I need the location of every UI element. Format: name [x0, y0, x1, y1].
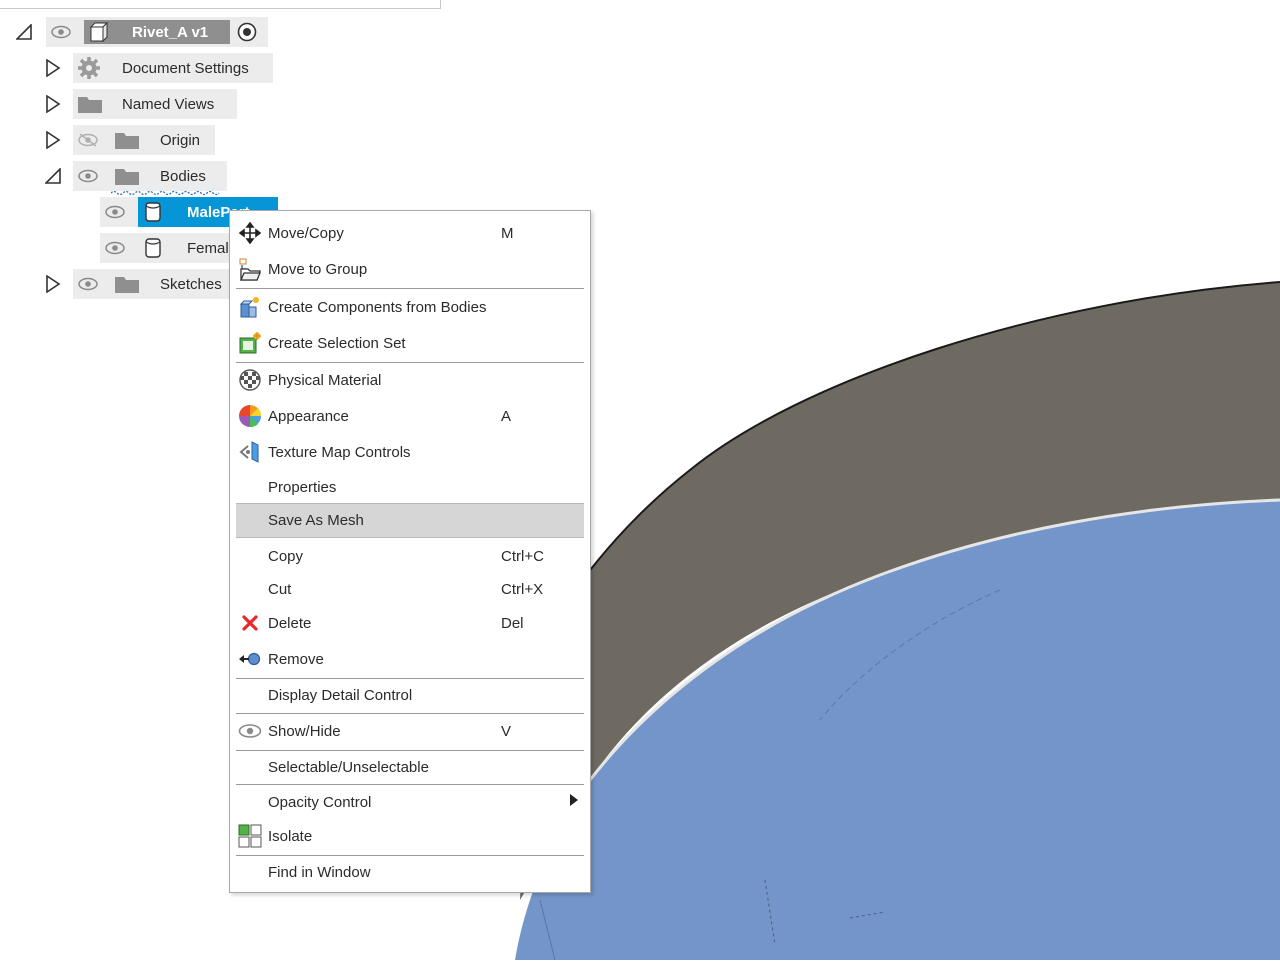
browser-item-femalepart[interactable]: Femal [100, 233, 230, 263]
menu-item-display-detail-control[interactable]: Display Detail Control [236, 678, 584, 712]
body-icon [142, 236, 164, 260]
appearance-icon [238, 404, 262, 428]
browser-item-origin[interactable]: Origin [73, 125, 215, 155]
eye-icon[interactable] [104, 241, 126, 255]
menu-item-save-as-mesh[interactable]: Save As Mesh [236, 503, 584, 538]
browser-item-bodies[interactable]: Bodies [73, 161, 227, 196]
menu-item-copy[interactable]: Copy Ctrl+C [236, 539, 584, 573]
menu-item-selectable-unselectable[interactable]: Selectable/Unselectable [236, 750, 584, 784]
menu-item-move-to-group[interactable]: Move to Group [236, 252, 584, 286]
menu-item-move-copy[interactable]: Move/Copy M [236, 216, 584, 250]
isolate-icon [238, 824, 262, 848]
menu-item-label: Appearance [268, 407, 349, 425]
menu-item-delete[interactable]: Delete Del [236, 606, 584, 640]
create-components-icon [238, 295, 262, 319]
menu-item-label: Texture Map Controls [268, 443, 411, 461]
menu-item-label: Create Selection Set [268, 334, 406, 352]
browser-item-label: Named Views [122, 95, 215, 113]
menu-item-label: Find in Window [268, 863, 371, 881]
move-to-group-icon [238, 257, 262, 281]
menu-item-shortcut: Ctrl+C [501, 547, 544, 565]
component-icon [86, 21, 112, 43]
folder-icon [77, 93, 103, 115]
menu-item-label: Move to Group [268, 260, 368, 278]
menu-item-label: Save As Mesh [268, 512, 364, 529]
folder-icon [114, 273, 140, 295]
eye-icon[interactable] [77, 277, 99, 291]
menu-item-label: Isolate [268, 827, 313, 845]
eye-icon [238, 719, 262, 743]
menu-item-label: Opacity Control [268, 793, 372, 811]
menu-item-find-in-window[interactable]: Find in Window [236, 855, 584, 889]
move-icon [238, 221, 262, 245]
collapse-triangle-icon[interactable] [16, 24, 32, 40]
menu-item-show-hide[interactable]: Show/Hide V [236, 714, 584, 748]
body-icon [142, 200, 164, 224]
folder-icon [114, 129, 140, 151]
expand-triangle-icon[interactable] [45, 275, 61, 293]
menu-item-physical-material[interactable]: Physical Material [236, 363, 584, 397]
menu-item-appearance[interactable]: Appearance A [236, 399, 584, 433]
menu-item-remove[interactable]: Remove [236, 642, 584, 676]
menu-item-label: Cut [268, 580, 292, 598]
texture-map-icon [238, 440, 262, 464]
browser-item-document-settings[interactable]: Document Settings [73, 53, 273, 83]
root-node-label: Rivet_A v1 [132, 23, 209, 41]
menu-item-label: Copy [268, 547, 304, 565]
expand-triangle-icon[interactable] [45, 59, 61, 77]
expand-triangle-icon[interactable] [45, 131, 61, 149]
menu-item-shortcut: Ctrl+X [501, 580, 544, 598]
menu-item-shortcut: M [501, 224, 514, 242]
menu-item-label: Create Components from Bodies [268, 298, 487, 316]
menu-item-opacity-control[interactable]: Opacity Control [236, 785, 584, 819]
material-icon [238, 368, 262, 392]
menu-item-create-components-from-bodies[interactable]: Create Components from Bodies [236, 290, 584, 324]
browser-panel-edge [0, 0, 441, 9]
menu-item-label: Physical Material [268, 371, 382, 389]
browser-item-label: Document Settings [122, 59, 249, 77]
remove-icon [238, 647, 262, 671]
eye-icon[interactable] [50, 25, 72, 39]
menu-item-texture-map-controls[interactable]: Texture Map Controls [236, 435, 584, 469]
menu-item-shortcut: A [501, 407, 512, 425]
browser-item-named-views[interactable]: Named Views [73, 89, 237, 119]
context-menu: Move/Copy M Move to Group Create Compone… [229, 210, 591, 893]
menu-item-create-selection-set[interactable]: Create Selection Set [236, 326, 584, 360]
expand-triangle-icon[interactable] [45, 95, 61, 113]
eye-icon[interactable] [104, 205, 126, 219]
menu-item-shortcut: V [501, 722, 512, 740]
delete-icon [238, 611, 262, 635]
eye-icon[interactable] [77, 169, 99, 183]
eye-hidden-icon[interactable] [77, 133, 99, 147]
browser-item-label: Sketches [160, 275, 222, 293]
menu-item-label: Selectable/Unselectable [268, 758, 429, 776]
browser-item-label: Bodies [160, 167, 206, 185]
menu-item-label: Properties [268, 478, 337, 496]
submenu-arrow-icon [569, 793, 579, 811]
gear-icon [77, 56, 101, 80]
browser-item-label: Origin [160, 131, 201, 149]
menu-item-label: Move/Copy [268, 224, 344, 242]
menu-separator [236, 288, 584, 289]
activate-radio-icon[interactable] [236, 21, 258, 43]
browser-item-sketches[interactable]: Sketches [73, 269, 230, 299]
menu-item-label: Delete [268, 614, 312, 632]
menu-item-isolate[interactable]: Isolate [236, 819, 584, 853]
menu-item-cut[interactable]: Cut Ctrl+X [236, 572, 584, 606]
menu-item-properties[interactable]: Properties [236, 470, 584, 504]
root-node[interactable]: Rivet_A v1 [46, 17, 268, 47]
browser-item-label: Femal [187, 239, 229, 257]
menu-item-label: Remove [268, 650, 324, 668]
menu-item-label: Display Detail Control [268, 686, 413, 704]
menu-item-shortcut: Del [501, 614, 524, 632]
selection-set-icon [238, 331, 262, 355]
menu-item-label: Show/Hide [268, 722, 341, 740]
collapse-triangle-icon[interactable] [45, 168, 61, 184]
